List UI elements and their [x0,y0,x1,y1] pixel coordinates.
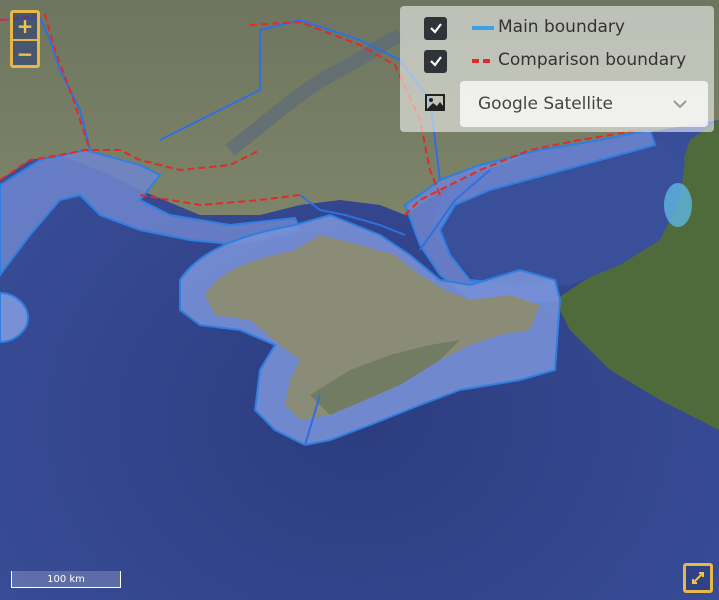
main-boundary-label: Main boundary [498,17,625,37]
check-icon [429,23,442,34]
comparison-boundary-checkbox[interactable] [424,49,447,73]
zoom-divider [13,39,37,41]
zoom-out-button[interactable]: − [13,42,37,66]
comparison-boundary-label: Comparison boundary [498,50,687,70]
main-boundary-checkbox[interactable] [424,16,447,40]
expand-icon [692,572,704,584]
scale-bar-label: 100 km [47,573,85,585]
layer-row-main: Main boundary [400,14,714,42]
chevron-down-icon [673,100,687,109]
lagoon [664,183,692,227]
layer-panel: Main boundary Comparison boundary Google… [400,6,714,132]
basemap-select[interactable]: Google Satellite [460,81,708,127]
image-icon [425,94,445,111]
zoom-in-button[interactable]: + [13,14,37,38]
basemap-select-value: Google Satellite [478,94,613,114]
fullscreen-button[interactable] [683,563,713,593]
scale-bar: 100 km [11,571,121,588]
zoom-control: + − [10,10,40,68]
main-boundary-legend-swatch [472,26,494,30]
comparison-boundary-legend-swatch [472,59,494,63]
check-icon [429,56,442,67]
layer-row-comparison: Comparison boundary [400,47,714,75]
